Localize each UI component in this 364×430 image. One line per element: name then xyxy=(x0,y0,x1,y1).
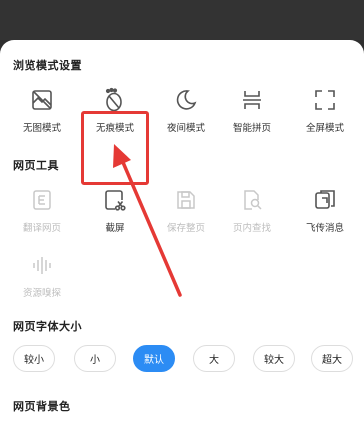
font-size-larger[interactable]: 较大 xyxy=(253,345,295,372)
find-in-page-button[interactable]: 页内查找 xyxy=(222,185,282,234)
night-mode-button[interactable]: 夜间模式 xyxy=(156,85,216,134)
font-size-default[interactable]: 默认 xyxy=(133,345,175,372)
find-in-page-icon xyxy=(237,185,267,215)
send-message-button[interactable]: 飞传消息 xyxy=(295,185,355,234)
font-size-large[interactable]: 大 xyxy=(193,345,235,372)
no-image-mode-button[interactable]: 无图模式 xyxy=(12,85,72,134)
resource-sniff-button[interactable]: 资源嗅探 xyxy=(12,250,72,299)
fullscreen-mode-label: 全屏模式 xyxy=(305,123,344,134)
fullscreen-icon xyxy=(310,85,340,115)
save-full-page-label: 保存整页 xyxy=(166,223,205,234)
font-size-extra-large[interactable]: 超大 xyxy=(311,345,353,372)
find-in-page-label: 页内查找 xyxy=(232,223,271,234)
screenshot-icon xyxy=(100,185,130,215)
font-size-options: 较小 小 默认 大 较大 超大 xyxy=(13,345,353,373)
translate-page-button[interactable]: 翻译网页 xyxy=(12,185,72,234)
browse-mode-title: 浏览模式设置 xyxy=(13,59,82,72)
smart-page-button[interactable]: 智能拼页 xyxy=(222,85,282,134)
dimmed-page-background xyxy=(0,0,364,40)
night-mode-label: 夜间模式 xyxy=(166,123,205,134)
background-color-title: 网页背景色 xyxy=(13,400,71,413)
no-image-icon xyxy=(27,85,57,115)
save-full-page-button[interactable]: 保存整页 xyxy=(156,185,216,234)
smart-page-icon xyxy=(237,85,267,115)
translate-page-label: 翻译网页 xyxy=(22,223,61,234)
smart-page-label: 智能拼页 xyxy=(232,123,271,134)
screenshot-button[interactable]: 截屏 xyxy=(85,185,145,234)
share-message-icon xyxy=(310,185,340,215)
font-size-small[interactable]: 小 xyxy=(74,345,116,372)
font-size-smaller[interactable]: 较小 xyxy=(13,345,55,372)
highlight-box xyxy=(81,111,149,185)
moon-icon xyxy=(171,85,201,115)
send-message-label: 飞传消息 xyxy=(305,223,344,234)
fullscreen-mode-button[interactable]: 全屏模式 xyxy=(295,85,355,134)
resource-sniff-label: 资源嗅探 xyxy=(22,288,61,299)
save-page-icon xyxy=(171,185,201,215)
font-size-title: 网页字体大小 xyxy=(13,320,82,333)
no-image-mode-label: 无图模式 xyxy=(22,123,61,134)
screenshot-label: 截屏 xyxy=(105,223,125,234)
resource-sniff-icon xyxy=(27,250,57,280)
translate-icon xyxy=(27,185,57,215)
web-tools-title: 网页工具 xyxy=(13,159,59,172)
